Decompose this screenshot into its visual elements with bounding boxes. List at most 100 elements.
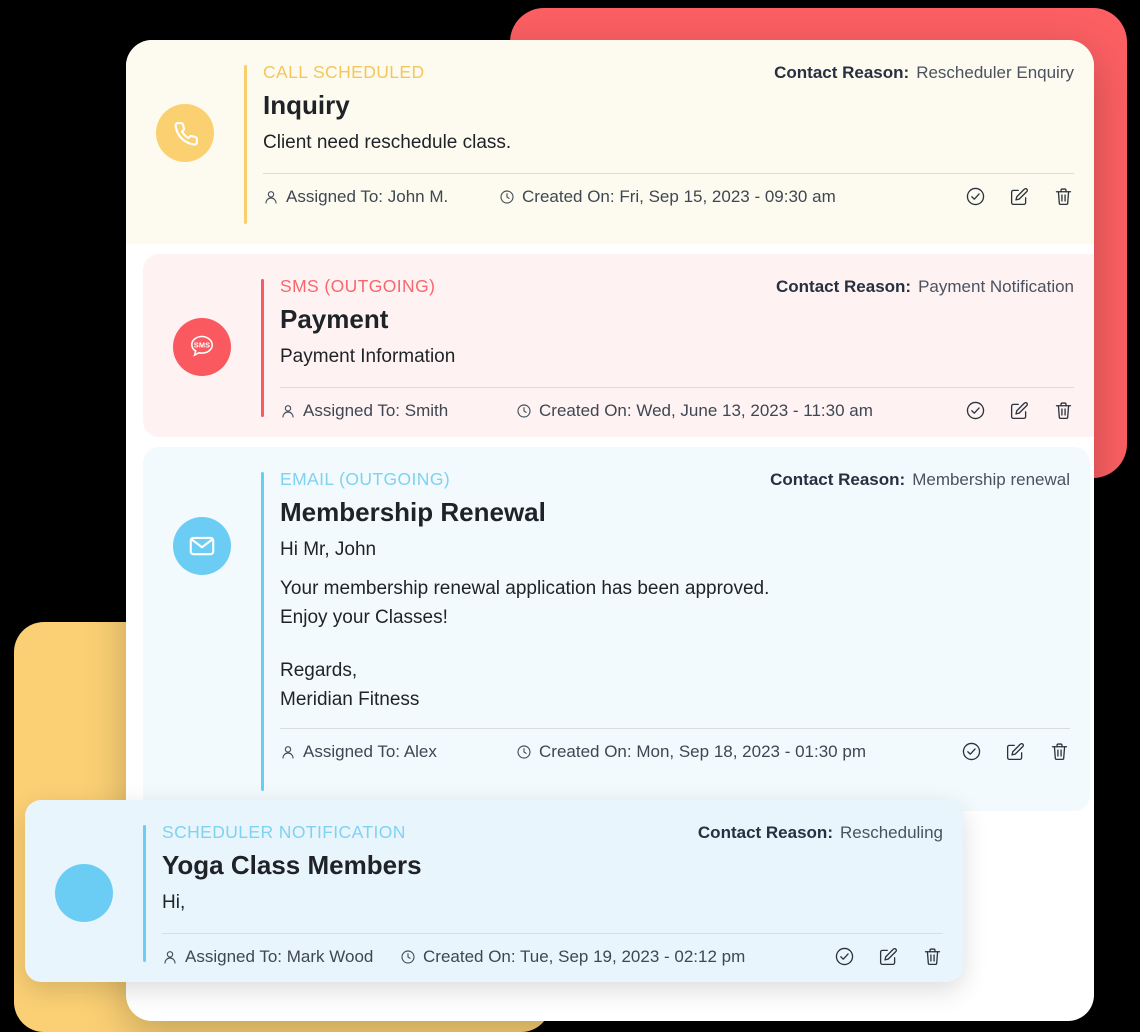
created-on-text: Created On: Wed, June 13, 2023 - 11:30 a… (539, 400, 873, 420)
contact-reason: Contact Reason: Membership renewal (770, 469, 1070, 490)
complete-icon[interactable] (965, 186, 986, 207)
activity-card-sms[interactable]: SMS SMS (OUTGOING) Contact Reason: Paymen… (143, 254, 1094, 437)
card-meta-row: Assigned To: Smith Created On: Wed, June… (280, 400, 1074, 421)
contact-reason-label: Contact Reason: (697, 823, 833, 842)
delete-icon[interactable] (1049, 741, 1070, 762)
activity-title: Yoga Class Members (162, 850, 422, 880)
snippet-line: Your membership renewal application has … (280, 578, 770, 599)
edit-icon[interactable] (1009, 186, 1030, 207)
activity-title: Payment (280, 304, 389, 334)
activity-list-panel: CALL SCHEDULED Contact Reason: Reschedule… (25, 40, 1094, 1021)
assigned-to: Assigned To: John M. (263, 187, 499, 207)
activity-snippet: Payment Information (280, 343, 1074, 372)
snippet-line: Enjoy your Classes! (280, 606, 448, 628)
activity-card-scheduler-notification[interactable]: SCHEDULER NOTIFICATION Contact Reason: Re… (25, 800, 963, 982)
snippet-line: Payment Information (280, 345, 456, 367)
card-top-row: CALL SCHEDULED Contact Reason: Reschedule… (263, 62, 1074, 83)
user-icon (282, 745, 294, 759)
card-top-row: SMS (OUTGOING) Contact Reason: Payment No… (280, 276, 1074, 297)
edit-icon[interactable] (1005, 741, 1026, 762)
assigned-to-text: Assigned To: John M. (286, 186, 449, 206)
assigned-to-text: Assigned To: Smith (303, 400, 449, 420)
card-meta-row: Assigned To: John M. Created On: Fri, Se… (263, 186, 1074, 207)
snippet-line: Client need reschedule class. (263, 131, 512, 153)
edit-icon[interactable] (878, 946, 899, 967)
contact-reason-label: Contact Reason: (770, 470, 906, 489)
snippet-line: Hi, (162, 891, 186, 913)
card-actions (834, 946, 943, 967)
activity-type-label: EMAIL (OUTGOING) (280, 469, 451, 489)
snippet-line: Meridian Fitness (280, 688, 420, 710)
card-actions (961, 741, 1070, 762)
contact-reason-label: Contact Reason: (776, 277, 912, 296)
complete-icon[interactable] (834, 946, 855, 967)
envelope-icon (173, 517, 231, 575)
clock-icon (517, 744, 531, 759)
assigned-to-text: Assigned To: Mark Wood (185, 946, 374, 966)
created-on: Created On: Wed, June 13, 2023 - 11:30 a… (516, 401, 873, 421)
card-divider (280, 728, 1070, 729)
activity-card-email[interactable]: EMAIL (OUTGOING) Contact Reason: Membersh… (143, 447, 1090, 811)
circle-avatar-icon (55, 864, 113, 922)
contact-reason-value: Payment Notification (918, 277, 1074, 296)
sms-bubble-icon: SMS (173, 318, 231, 376)
created-on: Created On: Tue, Sep 19, 2023 - 02:12 pm (400, 947, 745, 967)
edit-icon[interactable] (1009, 400, 1030, 421)
svg-text:SMS: SMS (194, 340, 211, 349)
card-divider (162, 933, 943, 934)
user-icon (164, 950, 176, 964)
created-on-text: Created On: Fri, Sep 15, 2023 - 09:30 am (522, 186, 836, 206)
avatar-column (143, 469, 261, 575)
activity-snippet: Client need reschedule class. (263, 129, 1074, 158)
card-body: SMS (OUTGOING) Contact Reason: Payment No… (264, 276, 1094, 421)
created-on-text: Created On: Tue, Sep 19, 2023 - 02:12 pm (423, 946, 746, 966)
activity-type-label: CALL SCHEDULED (263, 62, 425, 82)
contact-reason-value: Membership renewal (912, 470, 1070, 489)
assigned-to-text: Assigned To: Alex (303, 741, 437, 761)
avatar-column (126, 62, 244, 162)
clock-icon (401, 949, 415, 964)
delete-icon[interactable] (1053, 400, 1074, 421)
contact-reason-value: Rescheduling (839, 823, 943, 842)
phone-icon (156, 104, 214, 162)
card-meta-row: Assigned To: Alex Created On: Mon, Sep 1… (280, 741, 1070, 762)
clock-icon (500, 189, 514, 204)
activity-title: Membership Renewal (280, 497, 546, 527)
activity-title: Inquiry (263, 90, 350, 120)
complete-icon[interactable] (965, 400, 986, 421)
card-meta-row: Assigned To: Mark Wood Created On: Tue, … (162, 946, 943, 967)
delete-icon[interactable] (1053, 186, 1074, 207)
assigned-to: Assigned To: Alex (280, 742, 516, 762)
assigned-to: Assigned To: Mark Wood (162, 947, 400, 967)
avatar-column (25, 822, 143, 922)
contact-reason-value: Rescheduler Enquiry (916, 63, 1074, 82)
card-body: SCHEDULER NOTIFICATION Contact Reason: Re… (146, 822, 963, 967)
card-divider (280, 387, 1074, 388)
delete-icon[interactable] (922, 946, 943, 967)
contact-reason-label: Contact Reason: (774, 63, 910, 82)
contact-reason: Contact Reason: Payment Notification (776, 276, 1074, 297)
snippet-line: Hi Mr, John (280, 538, 377, 560)
created-on: Created On: Mon, Sep 18, 2023 - 01:30 pm (516, 742, 866, 762)
contact-reason: Contact Reason: Rescheduler Enquiry (774, 62, 1074, 83)
card-divider (263, 173, 1074, 174)
user-icon (282, 404, 294, 418)
created-on: Created On: Fri, Sep 15, 2023 - 09:30 am (499, 187, 836, 207)
user-icon (265, 190, 277, 204)
snippet-line: Regards, (280, 660, 358, 681)
card-body: CALL SCHEDULED Contact Reason: Reschedule… (247, 62, 1094, 207)
activity-card-call[interactable]: CALL SCHEDULED Contact Reason: Reschedule… (126, 40, 1094, 244)
card-actions (965, 400, 1074, 421)
activity-snippet: Hi, (162, 889, 943, 918)
assigned-to: Assigned To: Smith (280, 401, 516, 421)
activity-timeline-screen: CALL SCHEDULED Contact Reason: Reschedule… (0, 0, 1140, 1032)
activity-type-label: SMS (OUTGOING) (280, 276, 436, 296)
activity-snippet: Hi Mr, John Your membership renewal appl… (280, 536, 1070, 715)
card-actions (965, 186, 1074, 207)
activity-type-label: SCHEDULER NOTIFICATION (162, 822, 406, 842)
card-top-row: EMAIL (OUTGOING) Contact Reason: Membersh… (280, 469, 1070, 490)
contact-reason: Contact Reason: Rescheduling (698, 822, 943, 843)
complete-icon[interactable] (961, 741, 982, 762)
created-on-text: Created On: Mon, Sep 18, 2023 - 01:30 pm (539, 741, 866, 761)
card-top-row: SCHEDULER NOTIFICATION Contact Reason: Re… (162, 822, 943, 843)
